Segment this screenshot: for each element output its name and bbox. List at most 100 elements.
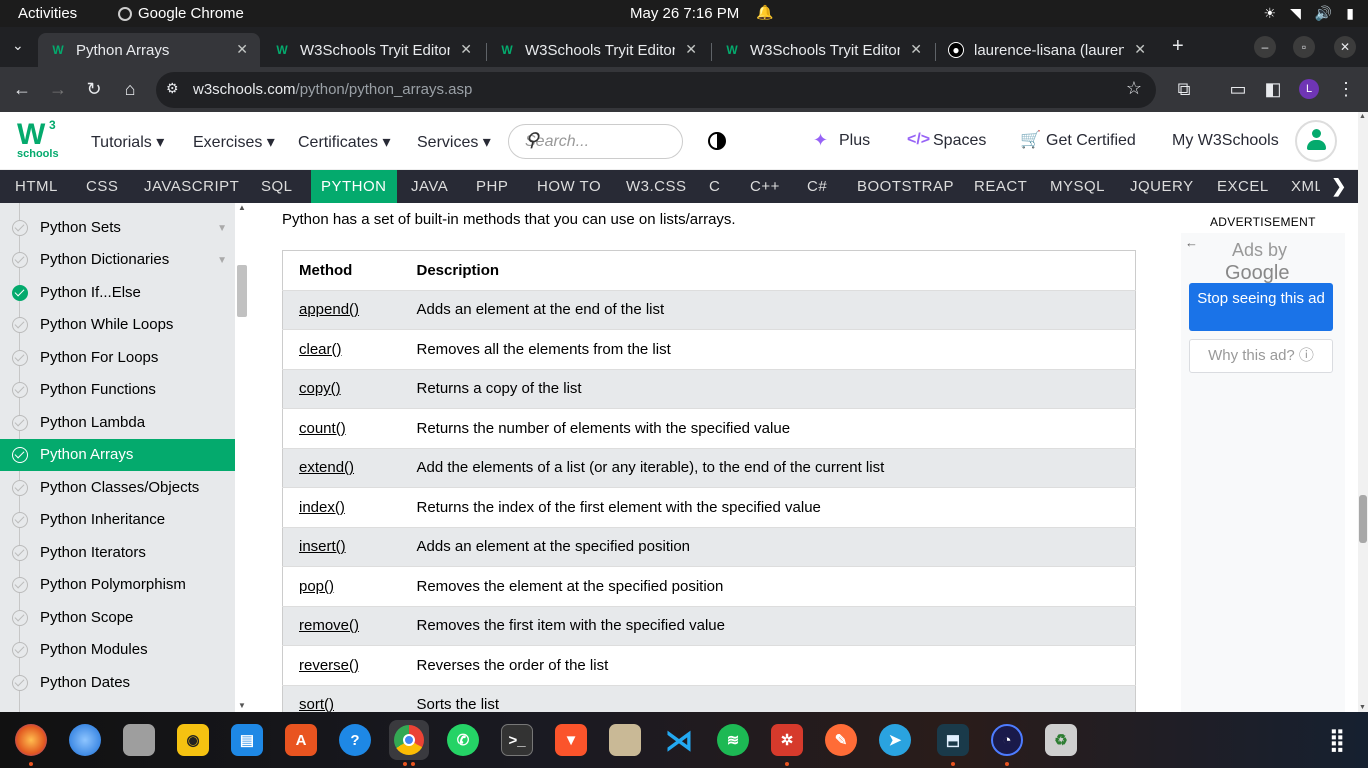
topic-csharp[interactable]: C# bbox=[799, 170, 835, 203]
tab-python-arrays[interactable]: W Python Arrays ✕ bbox=[38, 33, 260, 67]
nav-tutorials[interactable]: Tutorials ▾ bbox=[91, 132, 164, 152]
minimize-icon[interactable]: – bbox=[1254, 36, 1276, 58]
search-icon[interactable]: ⚲ bbox=[525, 129, 674, 152]
sidebar-item-for-loops[interactable]: Python For Loops bbox=[0, 342, 235, 374]
sidebar-item-if-else[interactable]: Python If...Else bbox=[0, 277, 235, 309]
brave-icon[interactable]: ▼ bbox=[555, 724, 587, 756]
sidebar-item-arrays[interactable]: Python Arrays bbox=[0, 439, 235, 471]
plus-link[interactable]: Plus bbox=[839, 132, 870, 150]
topic-scroll-right-icon[interactable]: ❯ bbox=[1320, 170, 1358, 203]
method-link[interactable]: extend() bbox=[282, 447, 401, 488]
ad-back-icon[interactable]: ← bbox=[1185, 235, 1198, 250]
back-icon[interactable]: ← bbox=[11, 79, 33, 100]
method-link[interactable]: copy() bbox=[282, 368, 401, 409]
method-link[interactable]: insert() bbox=[282, 526, 401, 567]
topic-java[interactable]: JAVA bbox=[403, 170, 456, 203]
nav-exercises[interactable]: Exercises ▾ bbox=[193, 132, 275, 152]
method-link[interactable]: clear() bbox=[282, 329, 401, 369]
expand-caret-icon[interactable]: ▼ bbox=[217, 245, 227, 277]
app-center-icon[interactable]: A bbox=[285, 724, 317, 756]
expand-caret-icon[interactable]: ▼ bbox=[217, 213, 227, 245]
stop-seeing-ad-button[interactable]: Stop seeing this ad bbox=[1189, 283, 1333, 331]
method-link[interactable]: sort() bbox=[282, 684, 401, 712]
method-link[interactable]: reverse() bbox=[282, 645, 401, 685]
sidebar-scrollbar[interactable]: ▲ ▼ bbox=[235, 203, 249, 712]
sidebar-item-modules[interactable]: Python Modules bbox=[0, 634, 235, 666]
sidebar-item-scope[interactable]: Python Scope bbox=[0, 602, 235, 634]
topic-python[interactable]: PYTHON bbox=[311, 170, 397, 203]
method-link[interactable]: pop() bbox=[282, 566, 401, 606]
nav-certificates[interactable]: Certificates ▾ bbox=[298, 132, 391, 152]
topic-excel[interactable]: EXCEL bbox=[1209, 170, 1277, 203]
dark-mode-toggle-icon[interactable] bbox=[708, 132, 726, 150]
close-tab-icon[interactable]: ✕ bbox=[236, 41, 248, 58]
sidebar-item-polymorphism[interactable]: Python Polymorphism bbox=[0, 569, 235, 601]
new-tab-icon[interactable]: + bbox=[1172, 35, 1184, 58]
terminal-icon[interactable]: >_ bbox=[501, 724, 533, 756]
close-tab-icon[interactable]: ✕ bbox=[685, 41, 697, 58]
clock[interactable]: May 26 7:16 PM bbox=[630, 5, 739, 22]
close-tab-icon[interactable]: ✕ bbox=[910, 41, 922, 58]
system-tray[interactable]: ☀ ◥ 🔊 ▮ bbox=[1264, 5, 1355, 22]
home-icon[interactable]: ⌂ bbox=[119, 79, 141, 100]
method-link[interactable]: append() bbox=[282, 289, 401, 330]
sidebar-item-functions[interactable]: Python Functions bbox=[0, 374, 235, 406]
writer-icon[interactable]: ▤ bbox=[231, 724, 263, 756]
trash-icon[interactable]: ♻ bbox=[1045, 724, 1077, 756]
vscode-icon[interactable]: ⋊ bbox=[663, 724, 695, 756]
sidebar-item-dictionaries[interactable]: Python Dictionaries ▼ bbox=[0, 244, 235, 276]
page-scrollbar[interactable]: ▲ ▼ bbox=[1358, 112, 1368, 712]
site-info-icon[interactable]: ⚙ bbox=[166, 80, 179, 97]
forward-icon[interactable]: → bbox=[47, 79, 69, 100]
reload-icon[interactable]: ↻ bbox=[83, 79, 105, 100]
w3schools-logo[interactable]: W 3 schools bbox=[17, 118, 59, 162]
archive-icon[interactable] bbox=[609, 724, 641, 756]
sidebar-item-while-loops[interactable]: Python While Loops bbox=[0, 309, 235, 341]
sidebar-item-classes-objects[interactable]: Python Classes/Objects bbox=[0, 472, 235, 504]
activities-button[interactable]: Activities bbox=[18, 5, 77, 22]
topic-html[interactable]: HTML bbox=[7, 170, 66, 203]
nav-services[interactable]: Services ▾ bbox=[417, 132, 491, 152]
search-input[interactable]: Search... ⚲ bbox=[508, 124, 683, 159]
sidebar-item-inheritance[interactable]: Python Inheritance bbox=[0, 504, 235, 536]
topic-cpp[interactable]: C++ bbox=[742, 170, 788, 203]
firefox-icon[interactable] bbox=[15, 724, 47, 756]
get-certified-link[interactable]: Get Certified bbox=[1046, 132, 1136, 150]
postman-icon[interactable]: ✎ bbox=[825, 724, 857, 756]
topic-sql[interactable]: SQL bbox=[253, 170, 301, 203]
profile-avatar[interactable]: L bbox=[1299, 79, 1319, 99]
sidebar-item-lambda[interactable]: Python Lambda bbox=[0, 407, 235, 439]
topic-jquery[interactable]: JQUERY bbox=[1122, 170, 1202, 203]
topic-react[interactable]: REACT bbox=[966, 170, 1035, 203]
extensions-icon[interactable]: ⧉ bbox=[1173, 79, 1195, 100]
spotify-icon[interactable]: ≋ bbox=[717, 724, 749, 756]
bookmark-star-icon[interactable]: ☆ bbox=[1126, 78, 1142, 99]
topic-css[interactable]: CSS bbox=[78, 170, 126, 203]
page-scroll-down-icon[interactable]: ▼ bbox=[1359, 704, 1366, 711]
method-link[interactable]: index() bbox=[282, 487, 401, 527]
scroll-down-icon[interactable]: ▼ bbox=[238, 701, 246, 710]
page-scroll-thumb[interactable] bbox=[1359, 495, 1367, 543]
jupyter-icon[interactable]: ⬒ bbox=[937, 724, 969, 756]
sidebar-item-iterators[interactable]: Python Iterators bbox=[0, 537, 235, 569]
method-link[interactable]: remove() bbox=[282, 605, 401, 646]
gitkraken-icon[interactable]: ◔ bbox=[991, 724, 1023, 756]
whatsapp-icon[interactable]: ✆ bbox=[447, 724, 479, 756]
topic-javascript[interactable]: JAVASCRIPT bbox=[136, 170, 247, 203]
maximize-icon[interactable]: ▫ bbox=[1293, 36, 1315, 58]
topic-php[interactable]: PHP bbox=[468, 170, 516, 203]
app-grid-icon[interactable]: ⣿ bbox=[1321, 724, 1353, 756]
sidebar-item-sets[interactable]: Python Sets ▼ bbox=[0, 212, 235, 244]
tab-tryit-2[interactable]: W W3Schools Tryit Editor ✕ bbox=[487, 33, 709, 67]
chrome-dock-button[interactable] bbox=[389, 720, 429, 760]
cast-icon[interactable]: ▭ bbox=[1227, 79, 1249, 100]
topic-bootstrap[interactable]: BOOTSTRAP bbox=[849, 170, 962, 203]
topic-c[interactable]: C bbox=[701, 170, 728, 203]
page-scroll-up-icon[interactable]: ▲ bbox=[1359, 113, 1366, 120]
rhythmbox-icon[interactable]: ◉ bbox=[177, 724, 209, 756]
method-link[interactable]: count() bbox=[282, 408, 401, 448]
close-tab-icon[interactable]: ✕ bbox=[460, 41, 472, 58]
topic-w3css[interactable]: W3.CSS bbox=[618, 170, 695, 203]
telegram-icon[interactable]: ➤ bbox=[879, 724, 911, 756]
thunderbird-icon[interactable] bbox=[69, 724, 101, 756]
